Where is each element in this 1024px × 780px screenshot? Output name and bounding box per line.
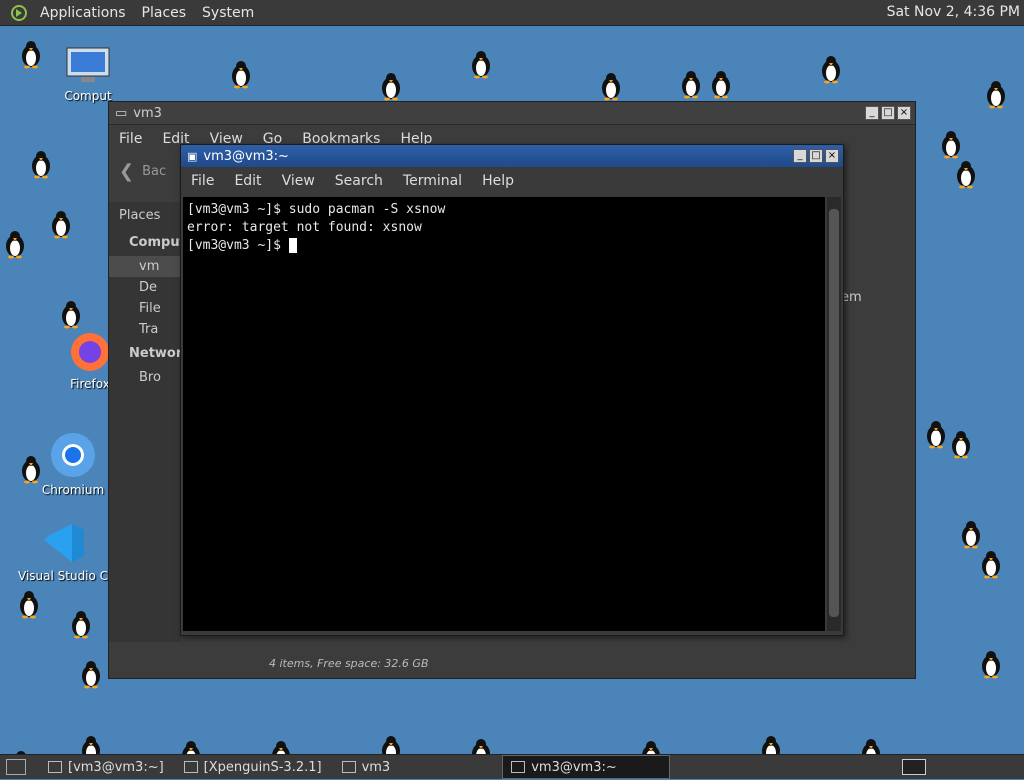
penguin-icon [232, 61, 250, 89]
penguin-icon [62, 301, 80, 329]
workspace-switcher[interactable] [902, 759, 926, 775]
penguin-icon [982, 651, 1000, 679]
terminal-scrollbar[interactable] [827, 197, 841, 631]
penguin-icon [822, 56, 840, 84]
penguin-icon [952, 431, 970, 459]
task-terminal-2[interactable]: vm3@vm3:~ [502, 755, 671, 779]
penguin-icon [987, 81, 1005, 109]
fm-menu-file[interactable]: File [109, 131, 152, 147]
text-cursor [288, 238, 297, 253]
penguin-icon [602, 73, 620, 101]
term-menu-view[interactable]: View [272, 173, 325, 189]
show-desktop-icon[interactable] [6, 759, 26, 775]
vscode-desktop-icon[interactable]: Visual Studio C [18, 520, 108, 583]
maximize-button[interactable]: □ [881, 106, 895, 120]
terminal-window: ▣ vm3@vm3:~ _ □ × File Edit View Search … [180, 144, 844, 636]
term-menu-file[interactable]: File [181, 173, 224, 189]
term-menu-terminal[interactable]: Terminal [393, 173, 472, 189]
penguin-icon [712, 71, 730, 99]
penguin-icon [962, 521, 980, 549]
terminal-line: error: target not found: xsnow [187, 220, 422, 235]
firefox-icon [71, 333, 109, 371]
top-panel: Applications Places System Sat Nov 2, 4:… [0, 0, 1024, 26]
task-label: vm3 [361, 759, 391, 775]
sidebar-computer-group: Comput [129, 235, 181, 250]
file-label-partial: em [841, 290, 862, 305]
chromium-desktop-icon[interactable]: Chromium [40, 430, 106, 497]
terminal-menubar: File Edit View Search Terminal Help [181, 167, 843, 195]
computer-desktop-icon[interactable]: Comput [58, 46, 118, 103]
penguin-icon [20, 591, 38, 619]
applications-menu[interactable]: Applications [32, 5, 134, 21]
sidebar-network-group: Network [129, 346, 181, 361]
terminal-close-button[interactable]: × [825, 149, 839, 163]
close-button[interactable]: × [897, 106, 911, 120]
term-menu-help[interactable]: Help [472, 173, 524, 189]
penguin-icon [472, 51, 490, 79]
file-manager-status: 4 items, Free space: 32.6 GB [269, 657, 429, 670]
minimize-button[interactable]: _ [865, 106, 879, 120]
penguin-icon [82, 661, 100, 689]
folder-icon: ▭ [115, 105, 128, 121]
places-menu[interactable]: Places [134, 5, 195, 21]
term-menu-search[interactable]: Search [325, 173, 393, 189]
sidebar-places-header[interactable]: Places [109, 202, 181, 229]
vscode-icon [44, 524, 84, 562]
penguin-icon [32, 151, 50, 179]
chromium-icon [51, 433, 95, 477]
penguin-icon [22, 456, 40, 484]
penguin-icon [927, 421, 945, 449]
monitor-icon [66, 47, 110, 82]
penguin-icon [72, 611, 90, 639]
terminal-output[interactable]: [vm3@vm3 ~]$ sudo pacman -S xsnow error:… [183, 197, 825, 631]
vscode-label: Visual Studio C [18, 569, 109, 583]
terminal-titlebar[interactable]: ▣ vm3@vm3:~ _ □ × [181, 145, 843, 167]
penguin-icon [382, 73, 400, 101]
back-button-label[interactable]: Bac [142, 164, 166, 179]
penguin-icon [957, 161, 975, 189]
penguin-icon [52, 211, 70, 239]
sidebar-item-trash[interactable]: Tra [109, 319, 181, 340]
term-menu-edit[interactable]: Edit [224, 173, 271, 189]
scrollbar-thumb[interactable] [829, 209, 839, 617]
terminal-task-icon [48, 761, 62, 773]
sidebar-item-browse-network[interactable]: Bro [109, 367, 181, 388]
file-manager-sidebar: Places Comput vm De File Tra Network Bro [109, 202, 181, 642]
terminal-title: vm3@vm3:~ [203, 148, 289, 164]
chromium-label: Chromium [41, 483, 105, 497]
terminal-prompt: [vm3@vm3 ~]$ [187, 238, 289, 253]
system-menu[interactable]: System [194, 5, 262, 21]
penguin-icon [6, 231, 24, 259]
penguin-icon [982, 551, 1000, 579]
sidebar-item-desktop[interactable]: De [109, 277, 181, 298]
task-xpenguins[interactable]: [XpenguinS-3.2.1] [176, 756, 330, 778]
penguin-icon [22, 41, 40, 69]
sidebar-item-filesystem[interactable]: File [109, 298, 181, 319]
penguin-icon [942, 131, 960, 159]
file-manager-title: vm3 [133, 105, 162, 121]
task-terminal-1[interactable]: [vm3@vm3:~] [40, 756, 172, 778]
task-label: [XpenguinS-3.2.1] [203, 759, 322, 775]
sidebar-item-home[interactable]: vm [109, 256, 181, 277]
terminal-icon: ▣ [187, 149, 198, 163]
terminal-maximize-button[interactable]: □ [809, 149, 823, 163]
back-arrow-icon[interactable]: ❮ [119, 161, 134, 182]
task-label: [vm3@vm3:~] [68, 759, 164, 775]
clock[interactable]: Sat Nov 2, 4:36 PM [887, 4, 1020, 20]
folder-task-icon [341, 761, 356, 773]
terminal-task-icon [511, 761, 526, 773]
task-file-manager[interactable]: vm3 [334, 756, 399, 778]
taskbar: [vm3@vm3:~] [XpenguinS-3.2.1] vm3 vm3@vm… [0, 754, 1024, 779]
file-manager-titlebar[interactable]: ▭ vm3 _ □ × [109, 102, 915, 125]
terminal-minimize-button[interactable]: _ [793, 149, 807, 163]
terminal-line: [vm3@vm3 ~]$ sudo pacman -S xsnow [187, 202, 446, 217]
task-label: vm3@vm3:~ [531, 759, 617, 775]
menu-logo-icon[interactable] [10, 4, 28, 22]
window-task-icon [183, 761, 198, 773]
penguin-icon [682, 71, 700, 99]
